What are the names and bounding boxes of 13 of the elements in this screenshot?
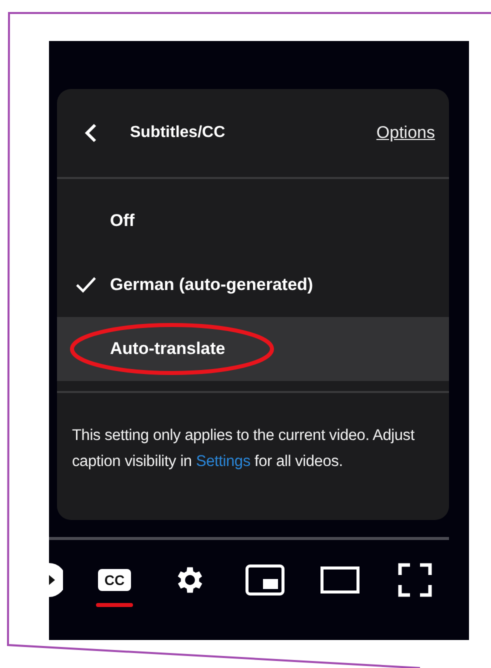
- back-icon[interactable]: [84, 123, 98, 143]
- miniplayer-icon[interactable]: [245, 564, 285, 596]
- menu-title: Subtitles/CC: [130, 124, 226, 142]
- info-text: This setting only applies to the current video. Adjust caption visibility in Settings for all videos.: [71, 426, 416, 472]
- menu-item[interactable]: Auto-translate: [57, 317, 449, 381]
- checkmark-icon: [75, 276, 97, 294]
- menu-item[interactable]: German (auto-generated): [57, 253, 449, 317]
- menu-item[interactable]: Off: [57, 189, 449, 253]
- settings-link[interactable]: Settings: [196, 453, 250, 470]
- theater-mode-icon[interactable]: [320, 566, 360, 594]
- options-link[interactable]: Options: [376, 123, 435, 143]
- fullscreen-icon[interactable]: [398, 563, 432, 597]
- play-icon[interactable]: [49, 563, 63, 597]
